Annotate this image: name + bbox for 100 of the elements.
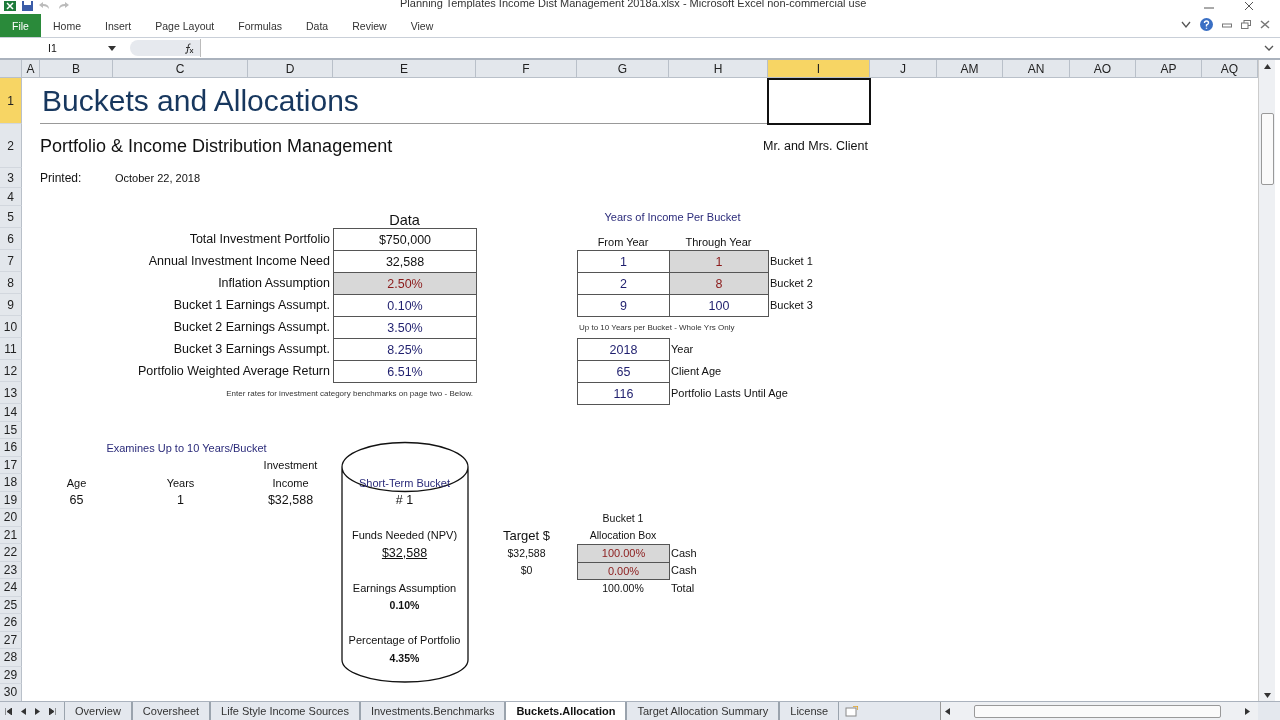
row-header[interactable]: 4	[0, 188, 22, 206]
column-header[interactable]: A	[22, 60, 40, 78]
restore-icon[interactable]	[1241, 20, 1251, 29]
table-cell[interactable]: 3.50%	[333, 316, 477, 339]
table-cell[interactable]: 100	[669, 294, 769, 317]
name-box[interactable]: I1	[0, 42, 120, 54]
table-cell-text: 100.00%	[602, 580, 644, 596]
scroll-down-icon[interactable]	[1263, 692, 1271, 698]
row-header[interactable]: 22	[0, 544, 22, 562]
table-cell[interactable]: 0.10%	[333, 294, 477, 317]
table-cell[interactable]: $750,000	[333, 228, 477, 251]
row-header[interactable]: 16	[0, 439, 22, 457]
ribbon-tab[interactable]: Data	[294, 14, 341, 37]
column-heading: Age	[66, 475, 87, 491]
field-label: Funds Needed (NPV)	[351, 528, 458, 544]
ribbon-tab[interactable]: Formulas	[226, 14, 294, 37]
last-sheet-icon[interactable]	[49, 707, 56, 715]
column-header[interactable]: AO	[1070, 60, 1136, 78]
sheet-tab[interactable]: Investments.Benchmarks	[359, 702, 506, 720]
column-heading: Target $	[503, 526, 550, 544]
help-icon[interactable]	[1200, 18, 1213, 31]
sheet-subtitle: Portfolio & Income Distribution Management	[40, 134, 394, 158]
previous-sheet-icon[interactable]	[21, 707, 26, 715]
row-header[interactable]: 3	[0, 168, 22, 188]
row-header[interactable]: 12	[0, 360, 22, 382]
column-header[interactable]: B	[40, 60, 113, 78]
scroll-thumb[interactable]	[974, 704, 1221, 718]
row-header[interactable]: 11	[0, 338, 22, 360]
excel-icon[interactable]	[4, 1, 16, 11]
scroll-thumb[interactable]	[1260, 113, 1274, 185]
column-header[interactable]: I	[768, 60, 870, 78]
ribbon-tab[interactable]: Page Layout	[143, 14, 227, 37]
column-header[interactable]: AN	[1003, 60, 1070, 78]
row-header[interactable]: 10	[0, 316, 22, 338]
column-header[interactable]: G	[577, 60, 669, 78]
column-header[interactable]: F	[476, 60, 577, 78]
table-cell[interactable]: 65	[577, 360, 670, 383]
ribbon-tab[interactable]: Review	[340, 14, 399, 37]
table-cell[interactable]: 1	[669, 250, 769, 273]
sheet-tab[interactable]: Buckets.Allocation	[505, 702, 627, 720]
sheet-tab[interactable]: Target Allocation Summary	[626, 702, 780, 720]
close-icon[interactable]	[1260, 20, 1270, 29]
row-header[interactable]: 8	[0, 272, 22, 294]
row-header[interactable]: 14	[0, 404, 22, 422]
column-header[interactable]: AM	[937, 60, 1003, 78]
row-header[interactable]: 6	[0, 228, 22, 250]
column-header[interactable]: E	[333, 60, 476, 78]
table-cell[interactable]: 2018	[577, 338, 670, 361]
column-header[interactable]: C	[113, 60, 248, 78]
row-label: Portfolio Weighted Average Return	[136, 363, 331, 380]
expand-icon[interactable]	[1264, 44, 1274, 52]
table-cell[interactable]: 6.51%	[333, 360, 477, 383]
sheet-tab[interactable]: License	[779, 702, 840, 720]
table-cell[interactable]: 8.25%	[333, 338, 477, 361]
save-icon[interactable]	[22, 1, 33, 11]
first-sheet-icon[interactable]	[5, 707, 12, 715]
horizontal-scrollbar[interactable]	[940, 702, 1258, 720]
scroll-left-icon[interactable]	[945, 707, 951, 715]
row-header[interactable]: 2	[0, 124, 22, 168]
row-label: Bucket 1	[769, 254, 814, 269]
row-header[interactable]: 30	[0, 684, 22, 701]
table-cell[interactable]: 100.00%	[577, 544, 670, 563]
row-header[interactable]: 1	[0, 78, 22, 124]
row-header[interactable]: 5	[0, 206, 22, 228]
next-sheet-icon[interactable]	[35, 707, 40, 715]
table-cell[interactable]: 9	[577, 294, 670, 317]
row-header[interactable]: 13	[0, 382, 22, 404]
column-header[interactable]: H	[669, 60, 768, 78]
close-icon[interactable]	[1244, 2, 1254, 10]
scroll-up-icon[interactable]	[1263, 64, 1271, 69]
function-icon[interactable]	[182, 42, 194, 54]
table-heading: Years of Income Per Bucket	[603, 210, 742, 225]
row-label: Client Age	[670, 364, 723, 379]
caret-icon[interactable]	[1181, 20, 1191, 29]
sheet-tab[interactable]: Overview	[64, 702, 132, 720]
row-header[interactable]: 28	[0, 649, 22, 667]
column-header[interactable]: J	[870, 60, 937, 78]
row-header[interactable]: 24	[0, 579, 22, 597]
column-header[interactable]: D	[248, 60, 333, 78]
column-header[interactable]: AQ	[1202, 60, 1258, 78]
row-header[interactable]: 18	[0, 474, 22, 492]
row-header[interactable]: 20	[0, 509, 22, 527]
ribbon-tab[interactable]: Insert	[93, 14, 144, 37]
vertical-scrollbar[interactable]	[1258, 60, 1275, 701]
ribbon-tab[interactable]: Home	[41, 14, 93, 37]
scroll-right-icon[interactable]	[1245, 707, 1250, 715]
file-tab[interactable]: File	[0, 14, 41, 37]
sheet-tab[interactable]: Life Style Income Sources	[210, 702, 360, 720]
column-header[interactable]: AP	[1136, 60, 1202, 78]
table-cell[interactable]: 116	[577, 382, 670, 405]
sheet-tab[interactable]: Coversheet	[131, 702, 211, 720]
row-header[interactable]: 26	[0, 614, 22, 632]
table-cell[interactable]: 8	[669, 272, 769, 295]
table-cell[interactable]: 32,588	[333, 250, 477, 273]
row-label: Bucket 3 Earnings Assumpt.	[172, 341, 331, 358]
table-cell[interactable]: 2.50%	[333, 272, 477, 295]
row-header[interactable]: 7	[0, 250, 22, 272]
ribbon-tab[interactable]: View	[398, 14, 446, 37]
selected-cell[interactable]	[767, 78, 871, 125]
row-header[interactable]: 9	[0, 294, 22, 316]
